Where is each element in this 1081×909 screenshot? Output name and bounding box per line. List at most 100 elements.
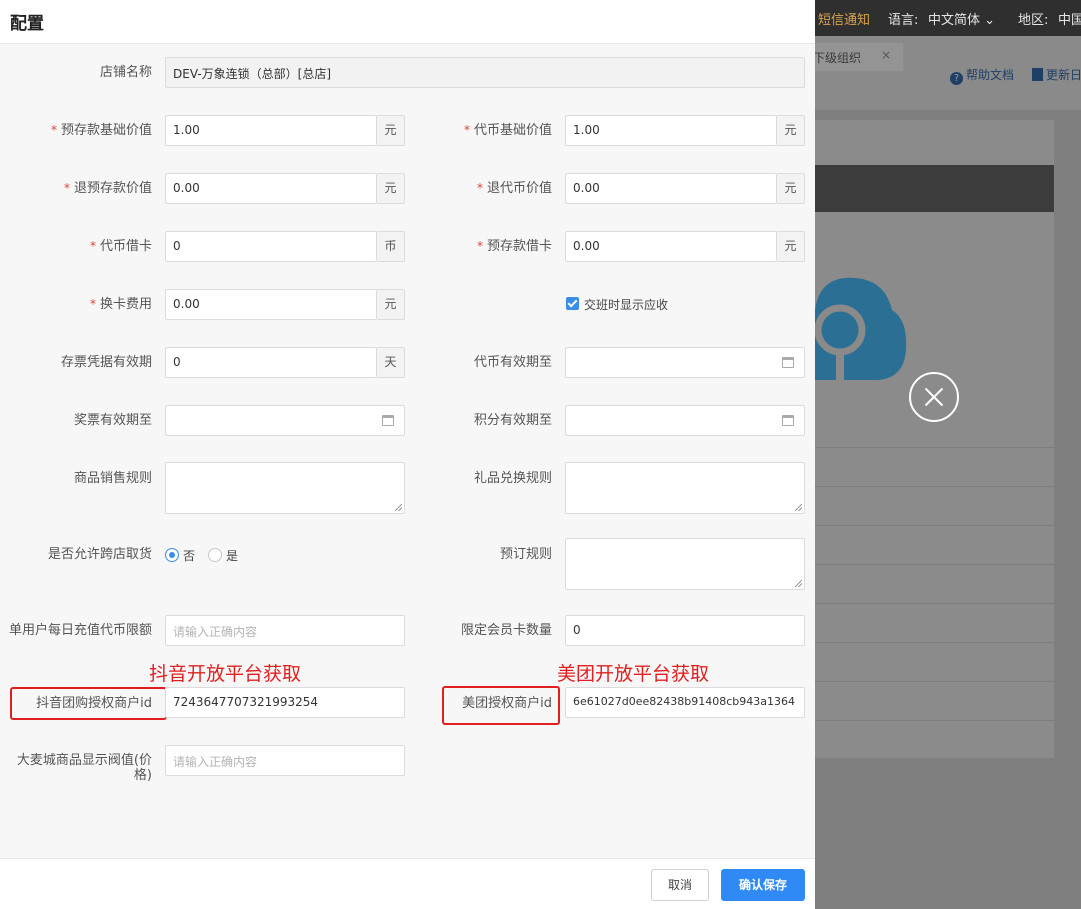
help-doc-label: 帮助文档	[966, 68, 1015, 82]
calendar-icon	[782, 357, 794, 368]
language-label: 语言:	[888, 13, 919, 28]
meituan-annotation: 美团开放平台获取	[557, 663, 710, 685]
unit-addon: 元	[377, 289, 405, 320]
update-log-label: 更新日	[1046, 68, 1081, 82]
document-icon	[1032, 68, 1043, 81]
required-mark: *	[476, 239, 483, 253]
douyin-merchant-id-label: 抖音团购授权商户id	[36, 696, 152, 711]
close-circle-icon[interactable]	[909, 372, 959, 422]
modal-footer: 取消 确认保存	[0, 858, 815, 909]
sms-notice-link[interactable]: 短信通知	[818, 9, 870, 28]
required-mark: *	[476, 181, 483, 195]
radio-label-no: 否	[183, 549, 196, 563]
refund-prepay-value-input[interactable]: 0.00	[165, 173, 377, 204]
required-mark: *	[63, 181, 70, 195]
language-value: 中文简体	[928, 13, 981, 28]
sales-rules-label: 商品销售规则	[73, 471, 152, 486]
token-valid-until-datepicker[interactable]	[565, 347, 805, 378]
unit-addon: 元	[777, 115, 805, 146]
member-card-limit-label: 限定会员卡数量	[460, 623, 552, 638]
radio-label-yes: 是	[226, 549, 239, 563]
gift-rules-label: 礼品兑换规则	[473, 471, 552, 486]
cancel-button[interactable]: 取消	[651, 869, 709, 901]
divider	[815, 447, 1054, 448]
divider	[815, 681, 1054, 682]
required-mark: *	[89, 239, 96, 253]
cross-store-radio-no[interactable]	[165, 548, 179, 562]
save-button[interactable]: 确认保存	[721, 869, 805, 901]
config-modal: 配置 店铺名称 DEV-万象连锁（总部）[总店] * 预存款基础价值 1.00 元…	[0, 0, 815, 909]
unit-addon: 天	[377, 347, 405, 378]
background-header-bar	[815, 165, 1054, 212]
divider	[815, 603, 1054, 604]
damai-price-threshold-label: 大麦城商品显示阀值(价格)	[16, 753, 152, 783]
unit-addon: 元	[777, 173, 805, 204]
modal-body	[0, 44, 815, 858]
divider	[815, 720, 1054, 721]
required-mark: *	[50, 123, 57, 137]
cross-store-label: 是否允许跨店取货	[47, 547, 152, 562]
calendar-icon	[382, 415, 394, 426]
ticket-validity-label: 存票凭据有效期	[60, 355, 152, 370]
sales-rules-textarea[interactable]	[165, 462, 405, 514]
points-valid-until-datepicker[interactable]	[565, 405, 805, 436]
token-card-input[interactable]: 0	[165, 231, 377, 262]
douyin-merchant-id-input[interactable]: 7243647707321993254	[165, 687, 405, 718]
region-value[interactable]: 中国	[1058, 9, 1081, 28]
unit-addon: 元	[377, 115, 405, 146]
points-valid-until-label: 积分有效期至	[473, 413, 552, 428]
prize-valid-until-datepicker[interactable]	[165, 405, 405, 436]
store-name-field: DEV-万象连锁（总部）[总店]	[165, 57, 805, 88]
prepay-card-label: * 预存款借卡	[476, 239, 552, 254]
card-change-fee-label: * 换卡费用	[89, 297, 152, 312]
prepay-base-value-input[interactable]: 1.00	[165, 115, 377, 146]
prepay-card-input[interactable]: 0.00	[565, 231, 777, 262]
unit-addon: 元	[377, 173, 405, 204]
divider	[815, 642, 1054, 643]
ticket-validity-input[interactable]: 0	[165, 347, 377, 378]
tab-label: 下级组织	[813, 51, 862, 65]
modal-title: 配置	[10, 14, 44, 34]
daily-recharge-limit-input[interactable]: 请输入正确内容	[165, 615, 405, 646]
unit-addon: 币	[377, 231, 405, 262]
divider	[815, 564, 1054, 565]
card-change-fee-input[interactable]: 0.00	[165, 289, 377, 320]
help-doc-link[interactable]: ? 帮助文档	[950, 66, 1014, 85]
calendar-icon	[782, 415, 794, 426]
refund-prepay-value-label: * 退预存款价值	[63, 181, 152, 196]
background-panel	[815, 120, 1054, 758]
prize-valid-until-label: 奖票有效期至	[73, 413, 152, 428]
refund-token-value-label: * 退代币价值	[476, 181, 552, 196]
gift-rules-textarea[interactable]	[565, 462, 805, 514]
region-label: 地区:	[1018, 13, 1049, 28]
divider	[815, 486, 1054, 487]
member-card-limit-input[interactable]: 0	[565, 615, 805, 646]
chevron-down-icon: ⌄	[984, 13, 996, 28]
store-name-label: 店铺名称	[99, 65, 152, 80]
modal-header: 配置	[0, 0, 815, 44]
cross-store-radio-yes[interactable]	[208, 548, 222, 562]
booking-rules-textarea[interactable]	[565, 538, 805, 590]
token-base-value-input[interactable]: 1.00	[565, 115, 777, 146]
cloud-logo-icon	[814, 277, 907, 382]
prepay-base-value-label: * 预存款基础价值	[50, 123, 152, 138]
required-mark: *	[463, 123, 470, 137]
token-base-value-label: * 代币基础价值	[463, 123, 552, 138]
refund-token-value-input[interactable]: 0.00	[565, 173, 777, 204]
damai-price-threshold-input[interactable]: 请输入正确内容	[165, 745, 405, 776]
unit-addon: 元	[777, 231, 805, 262]
meituan-merchant-id-label: 美团授权商户id	[462, 696, 552, 711]
required-mark: *	[89, 297, 96, 311]
divider	[815, 525, 1054, 526]
daily-recharge-limit-label: 单用户每日充值代币限额	[8, 623, 152, 638]
show-receivable-label: 交班时显示应收	[584, 298, 669, 312]
question-icon: ?	[950, 72, 963, 85]
token-card-label: * 代币借卡	[89, 239, 152, 254]
douyin-annotation: 抖音开放平台获取	[149, 663, 302, 685]
update-log-link[interactable]: 更新日	[1032, 66, 1081, 83]
close-icon[interactable]: ×	[881, 48, 891, 62]
show-receivable-checkbox[interactable]	[566, 297, 579, 310]
language-select[interactable]: 中文简体 ⌄	[928, 9, 995, 28]
meituan-merchant-id-input[interactable]: 6e61027d0ee82438b91408cb943a1364	[565, 687, 805, 718]
tab-sub-organization[interactable]: 下级组织 ×	[800, 42, 904, 72]
